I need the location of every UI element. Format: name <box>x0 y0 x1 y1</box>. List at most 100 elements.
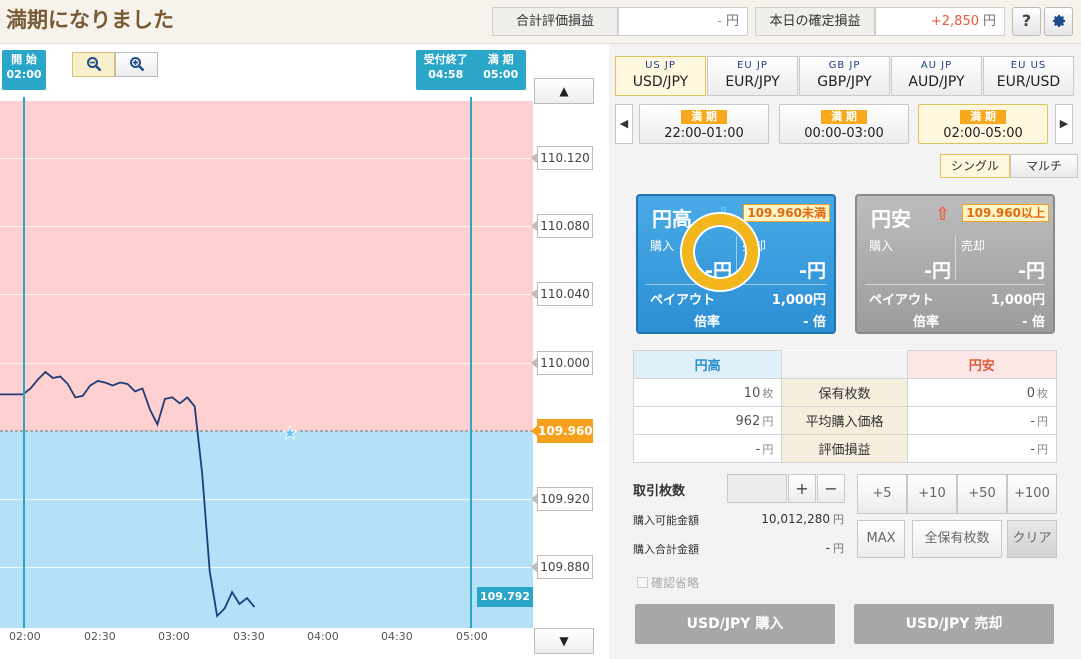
payout-label: ペイアウト <box>869 293 935 308</box>
total-eval-value: -円 <box>618 7 748 36</box>
y-tick-label: 109.920 <box>531 487 593 511</box>
period-time: 02:00-05:00 <box>943 126 1023 141</box>
strike-badge: 109.960未満 <box>743 204 830 222</box>
deadline-time: 04:58 <box>428 68 464 81</box>
top-bar: 満期になりました 合計評価損益 -円 本日の確定損益 +2,850 円 ? <box>0 0 1081 44</box>
period-next-button[interactable]: ▶ <box>1055 104 1073 144</box>
checkbox-icon <box>637 577 648 588</box>
down-eval: -円 <box>906 434 1058 463</box>
cell-value: 962 <box>735 413 761 429</box>
clear-button[interactable]: クリア <box>1007 520 1057 558</box>
pair-name: GBP/JPY <box>817 74 872 90</box>
down-avg: -円 <box>906 406 1058 435</box>
pair-name: EUR/USD <box>996 74 1061 90</box>
period-tag: 満 期 <box>821 110 867 124</box>
flag-icons: EU US <box>1010 60 1047 71</box>
quantity-minus-button[interactable]: − <box>817 474 845 503</box>
scroll-up-button[interactable]: ▲ <box>534 78 594 104</box>
deadline-label: 受付終了 <box>423 53 468 66</box>
total-unit: 円 <box>833 542 844 555</box>
flag-icons: AU JP <box>920 60 953 71</box>
price-chart[interactable]: ★ <box>0 101 533 628</box>
zoom-in-button[interactable] <box>115 52 158 77</box>
chart-panel: ★ 開 始 02:00 受付終了 04:58 満 期 05:00 ▲ ▼ 110.1… <box>0 44 608 659</box>
max-button[interactable]: MAX <box>857 520 905 558</box>
expiry-flag: 受付終了 04:58 満 期 05:00 <box>416 50 526 90</box>
row-label: 保有枚数 <box>781 378 908 407</box>
rate-value: - 倍 <box>1022 315 1045 330</box>
skip-confirm-checkbox[interactable]: 確認省略 <box>637 574 699 591</box>
total-label: 購入合計金額 <box>633 543 699 556</box>
available-value: 10,012,280 円 <box>724 511 844 527</box>
expiry-line <box>470 97 472 628</box>
loading-ring-icon <box>682 214 758 290</box>
flag-icons: US JP <box>645 60 676 71</box>
divider <box>865 284 1045 285</box>
total-eval-label: 合計評価損益 <box>492 7 618 36</box>
help-button[interactable]: ? <box>1012 7 1041 36</box>
x-tick-label: 05:00 <box>456 630 488 643</box>
y-tick-label: 109.880 <box>531 555 593 579</box>
period-tab-2[interactable]: 満 期 00:00-03:00 <box>779 104 909 144</box>
flag-icons: GB JP <box>828 60 861 71</box>
multi-mode-button[interactable]: マルチ <box>1010 154 1078 178</box>
period-prev-button[interactable]: ◀ <box>615 104 633 144</box>
period-tab-3[interactable]: 満 期 02:00-05:00 <box>918 104 1048 144</box>
add-100-button[interactable]: +100 <box>1007 474 1057 514</box>
fixed-pl-label: 本日の確定損益 <box>755 7 875 36</box>
add-5-button[interactable]: +5 <box>857 474 907 514</box>
zoom-out-button[interactable] <box>72 52 115 77</box>
arrow-up-icon: ⇧ <box>935 204 951 225</box>
cell-unit: 円 <box>1037 414 1048 428</box>
page-title: 満期になりました <box>6 8 174 32</box>
period-time: 00:00-03:00 <box>804 126 884 141</box>
quantity-input[interactable] <box>727 474 787 503</box>
scroll-down-button[interactable]: ▼ <box>534 628 594 654</box>
payout-label: ペイアウト <box>650 293 716 308</box>
pair-tab-audjpy[interactable]: AU JP AUD/JPY <box>891 56 982 96</box>
all-holdings-button[interactable]: 全保有枚数 <box>912 520 1002 558</box>
available-amount: 10,012,280 <box>761 512 830 526</box>
quantity-plus-button[interactable]: + <box>788 474 816 503</box>
card-title: 円安 <box>871 207 911 231</box>
settings-button[interactable] <box>1044 7 1073 36</box>
buy-button[interactable]: USD/JPY 購入 <box>635 604 835 644</box>
available-unit: 円 <box>833 513 844 526</box>
current-strike-label: 109.960 <box>531 419 593 443</box>
chevron-left-icon: ◀ <box>619 117 629 130</box>
sell-button[interactable]: USD/JPY 売却 <box>854 604 1054 644</box>
total-amount: - <box>825 541 830 555</box>
row-label: 評価損益 <box>781 434 908 463</box>
add-10-button[interactable]: +10 <box>907 474 957 514</box>
zoom-out-icon <box>86 57 101 72</box>
start-flag: 開 始 02:00 <box>2 50 46 90</box>
pair-name: USD/JPY <box>632 74 689 90</box>
pair-tab-usdjpy[interactable]: US JP USD/JPY <box>615 56 706 96</box>
header-yen-down: 円安 <box>906 350 1058 379</box>
pair-tab-eurusd[interactable]: EU US EUR/USD <box>983 56 1074 96</box>
pair-tab-eurjpy[interactable]: EU JP EUR/JPY <box>707 56 798 96</box>
payout-value: 1,000円 <box>771 293 826 308</box>
cell-value: - <box>1030 413 1035 429</box>
available-label: 購入可能金額 <box>633 514 699 527</box>
period-tab-1[interactable]: 満 期 22:00-01:00 <box>639 104 769 144</box>
up-avg: 962 円 <box>632 406 783 435</box>
sell-price: -円 <box>1018 260 1045 282</box>
add-50-button[interactable]: +50 <box>957 474 1007 514</box>
start-flag-time: 02:00 <box>6 68 42 81</box>
expiry-label: 満 期 <box>487 53 514 66</box>
y-tick-label: 110.080 <box>531 214 593 238</box>
total-value: -円 <box>724 540 844 556</box>
table-header-row: 円高 円安 <box>632 350 1058 379</box>
single-mode-button[interactable]: シングル <box>940 154 1010 178</box>
trade-panel: US JP USD/JPY EU JP EUR/JPY GB JP GBP/JP… <box>609 44 1081 659</box>
yen-down-card[interactable]: 円安 ⇧ 109.960以上 購入 売却 -円 -円 ペイアウト 1,000円 … <box>855 194 1055 334</box>
cell-value: - <box>755 441 761 457</box>
payout-value: 1,000円 <box>990 293 1045 308</box>
expiry-time: 05:00 <box>483 68 519 81</box>
buy-label: 購入 <box>650 239 675 253</box>
star-marker: ★ <box>282 423 298 444</box>
y-tick-label: 110.000 <box>531 351 593 375</box>
period-time: 22:00-01:00 <box>664 126 744 141</box>
pair-tab-gbpjpy[interactable]: GB JP GBP/JPY <box>799 56 890 96</box>
